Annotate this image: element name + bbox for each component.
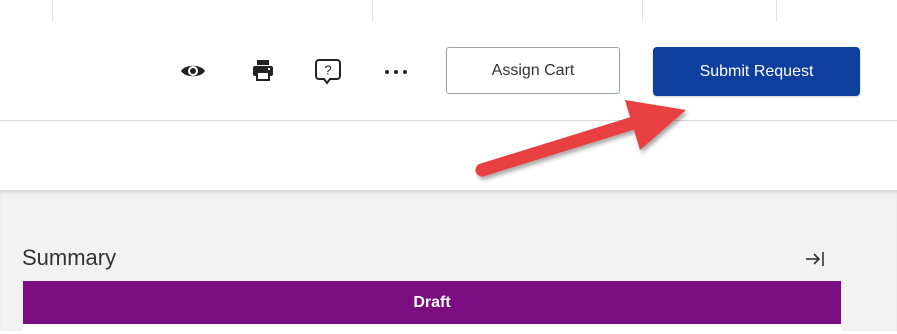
column-divider: [52, 0, 53, 22]
summary-title: Summary: [22, 245, 117, 270]
column-divider: [642, 0, 643, 22]
column-divider: [372, 0, 373, 22]
summary-panel: Summary Draft: [0, 190, 897, 334]
cart-toolbar: ? Assign Cart Submit Request: [0, 22, 897, 121]
summary-content: [23, 324, 841, 334]
table-header-strip: [0, 0, 897, 23]
assign-cart-button[interactable]: Assign Cart: [446, 47, 620, 94]
svg-text:?: ?: [324, 63, 331, 78]
printer-icon[interactable]: [248, 55, 278, 85]
toolbar-spacer: [0, 121, 897, 190]
eye-icon[interactable]: [178, 56, 208, 86]
collapse-right-icon[interactable]: [800, 246, 830, 272]
help-icon[interactable]: ?: [313, 56, 343, 86]
column-divider: [776, 0, 777, 22]
more-horizontal-icon[interactable]: [381, 57, 411, 87]
submit-request-button[interactable]: Submit Request: [653, 47, 860, 96]
status-badge: Draft: [23, 281, 841, 324]
